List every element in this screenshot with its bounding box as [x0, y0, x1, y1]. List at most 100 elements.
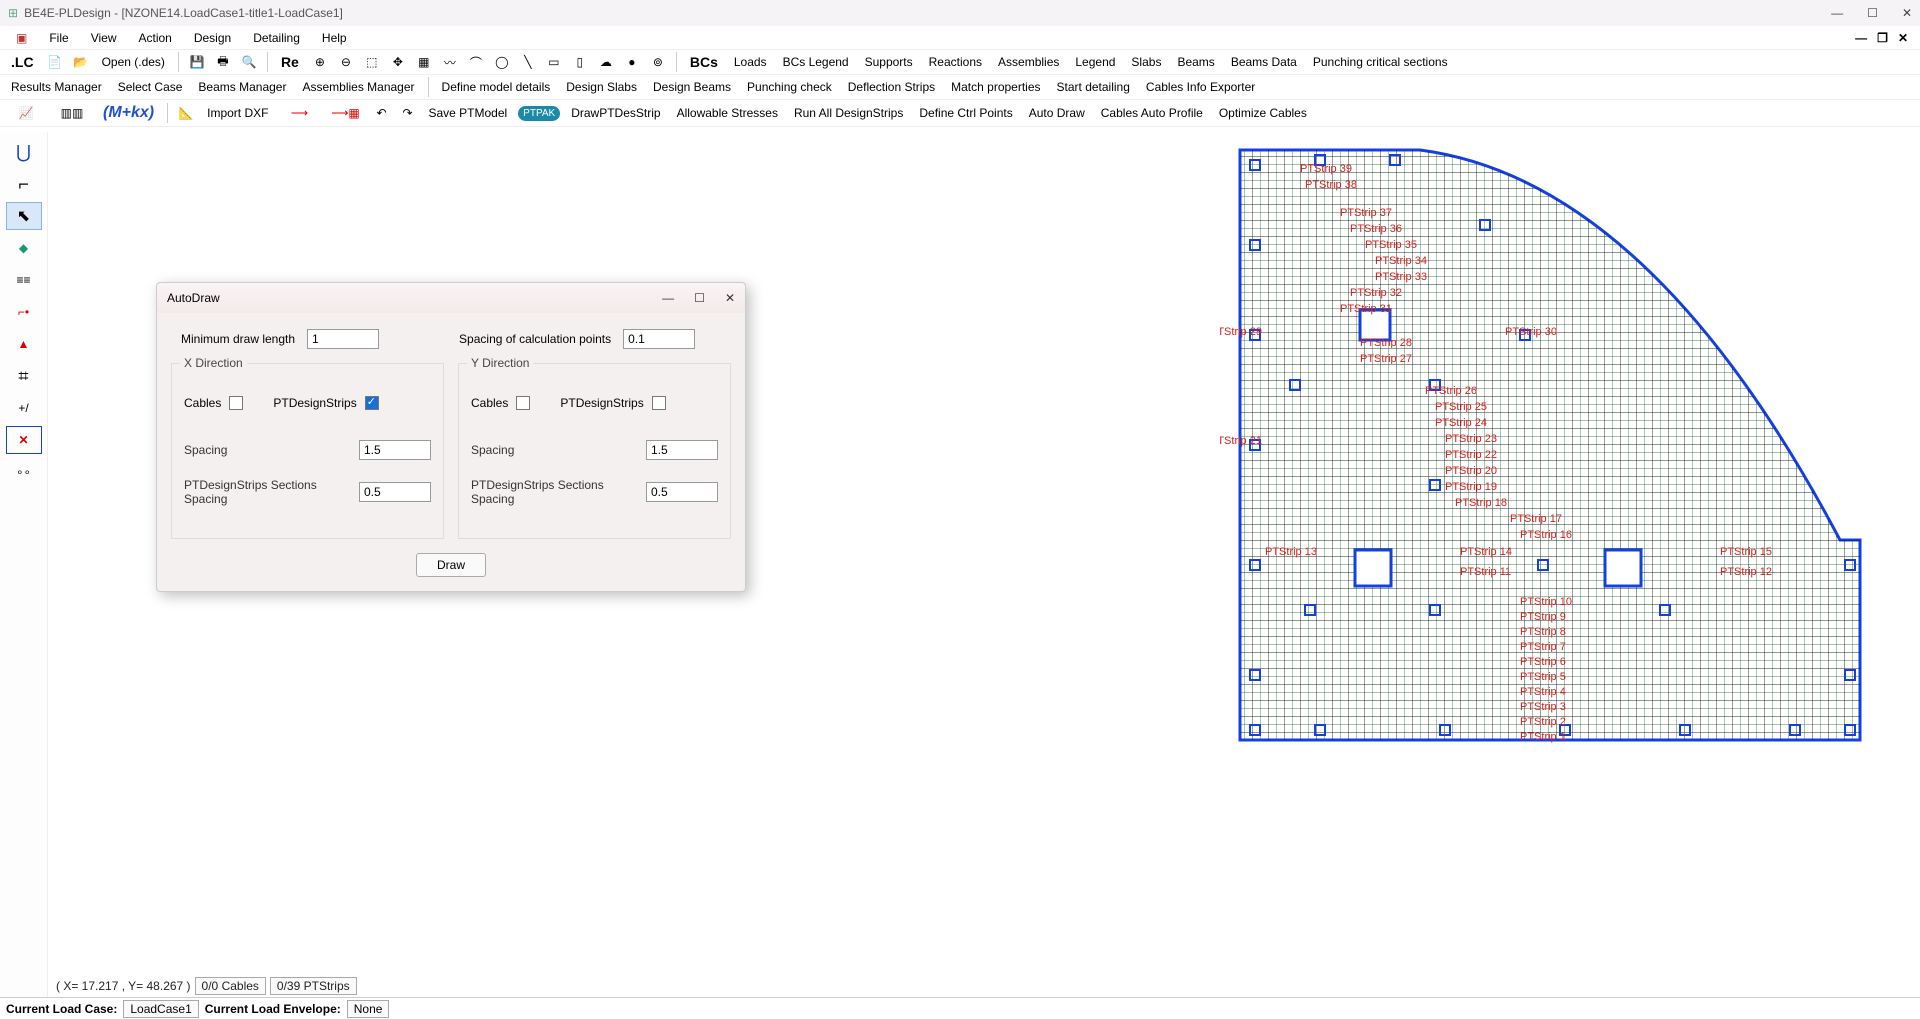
- circle-icon[interactable]: ◯: [492, 52, 512, 72]
- new-file-icon[interactable]: 📄: [45, 52, 65, 72]
- bcs-legend-button[interactable]: BCs Legend: [778, 53, 854, 71]
- barcode-icon[interactable]: ▥▥: [52, 103, 92, 123]
- lc-button[interactable]: .LC: [6, 52, 39, 72]
- spacing-calc-points-input[interactable]: [623, 329, 695, 349]
- red-arrow-icon[interactable]: ⟶: [279, 103, 319, 123]
- run-all-designstrips-button[interactable]: Run All DesignStrips: [789, 104, 908, 122]
- chart-icon[interactable]: 📈: [6, 103, 46, 123]
- dialog-titlebar[interactable]: AutoDraw — ☐ ✕: [157, 283, 745, 313]
- zoom-in-icon[interactable]: ⊕: [310, 52, 330, 72]
- redo-icon[interactable]: ↷: [397, 103, 417, 123]
- target-icon[interactable]: ⊚: [648, 52, 668, 72]
- optimize-cables-button[interactable]: Optimize Cables: [1214, 104, 1312, 122]
- mkx-button[interactable]: (M+kx): [98, 102, 159, 124]
- open-des-button[interactable]: Open (.des): [97, 53, 170, 71]
- supports-button[interactable]: Supports: [860, 53, 918, 71]
- y-sections-spacing-input[interactable]: [646, 482, 718, 502]
- mdi-restore-button[interactable]: ❐: [1877, 31, 1888, 45]
- tool-triangle-icon[interactable]: ▲: [6, 330, 42, 358]
- bold-circle-icon[interactable]: ●: [622, 52, 642, 72]
- beams-manager-button[interactable]: Beams Manager: [193, 78, 291, 96]
- rect-b-icon[interactable]: ▯: [570, 52, 590, 72]
- x-sections-spacing-input[interactable]: [359, 482, 431, 502]
- y-spacing-input[interactable]: [646, 440, 718, 460]
- menu-detailing[interactable]: Detailing: [243, 28, 310, 48]
- beams-button[interactable]: Beams: [1172, 53, 1219, 71]
- mdi-close-button[interactable]: ✕: [1898, 31, 1908, 45]
- reactions-button[interactable]: Reactions: [924, 53, 987, 71]
- x-spacing-input[interactable]: [359, 440, 431, 460]
- tool-select-icon[interactable]: ⬉: [6, 202, 42, 230]
- menu-design[interactable]: Design: [184, 28, 241, 48]
- re-button[interactable]: Re: [276, 52, 304, 72]
- beams-data-button[interactable]: Beams Data: [1226, 53, 1302, 71]
- tool-rect-x-icon[interactable]: ✕: [6, 426, 42, 454]
- cables-info-exporter-button[interactable]: Cables Info Exporter: [1141, 78, 1260, 96]
- assemblies-manager-button[interactable]: Assemblies Manager: [297, 78, 419, 96]
- window-close-button[interactable]: ✕: [1902, 6, 1912, 20]
- results-manager-button[interactable]: Results Manager: [6, 78, 107, 96]
- print-icon[interactable]: 🖶: [213, 52, 233, 72]
- pan-icon[interactable]: ✥: [388, 52, 408, 72]
- zoom-out-icon[interactable]: ⊖: [336, 52, 356, 72]
- save-ptmodel-button[interactable]: Save PTModel: [423, 104, 512, 122]
- tool-stirrup-icon[interactable]: ⋃: [6, 138, 42, 166]
- open-folder-icon[interactable]: 📂: [71, 52, 91, 72]
- x-cables-checkbox[interactable]: [229, 396, 243, 410]
- blob-icon[interactable]: ☁: [596, 52, 616, 72]
- drawing-canvas[interactable]: PTStrip 1 PTStrip 2 PTStrip 3 PTStrip 4 …: [48, 132, 1920, 975]
- grid-icon[interactable]: ▦: [414, 52, 434, 72]
- tool-lines-icon[interactable]: ≡≡: [6, 266, 42, 294]
- window-minimize-button[interactable]: —: [1831, 6, 1843, 20]
- punching-sections-button[interactable]: Punching critical sections: [1308, 53, 1453, 71]
- window-maximize-button[interactable]: ☐: [1867, 6, 1878, 20]
- auto-draw-button[interactable]: Auto Draw: [1024, 104, 1090, 122]
- tool-corner-icon[interactable]: ⌐: [6, 170, 42, 198]
- draw-button[interactable]: Draw: [416, 553, 486, 577]
- tool-angle-icon[interactable]: ⌐•: [6, 298, 42, 326]
- line-icon[interactable]: ╲: [518, 52, 538, 72]
- ptpak-button[interactable]: PTPAK: [518, 106, 560, 121]
- menu-action[interactable]: Action: [128, 28, 181, 48]
- design-beams-button[interactable]: Design Beams: [648, 78, 736, 96]
- tool-dots-icon[interactable]: ∘∘: [6, 458, 42, 486]
- dialog-minimize-button[interactable]: —: [662, 291, 674, 305]
- design-slabs-button[interactable]: Design Slabs: [561, 78, 642, 96]
- wave-icon[interactable]: 〰: [440, 52, 460, 72]
- select-case-button[interactable]: Select Case: [113, 78, 188, 96]
- min-draw-length-input[interactable]: [307, 329, 379, 349]
- dxf-icon[interactable]: 📐: [176, 103, 196, 123]
- match-properties-button[interactable]: Match properties: [946, 78, 1045, 96]
- deflection-strips-button[interactable]: Deflection Strips: [843, 78, 940, 96]
- mdi-minimize-button[interactable]: —: [1855, 31, 1867, 45]
- draw-ptdesstrip-button[interactable]: DrawPTDesStrip: [566, 104, 665, 122]
- slabs-button[interactable]: Slabs: [1126, 53, 1166, 71]
- menu-view[interactable]: View: [81, 28, 127, 48]
- dialog-close-button[interactable]: ✕: [725, 291, 735, 305]
- y-ptdesignstrips-checkbox[interactable]: [652, 396, 666, 410]
- loads-button[interactable]: Loads: [729, 53, 772, 71]
- zoom-icon[interactable]: 🔍: [239, 52, 259, 72]
- import-dxf-button[interactable]: Import DXF: [202, 104, 273, 122]
- dialog-maximize-button[interactable]: ☐: [694, 291, 705, 305]
- undo-icon[interactable]: ↶: [371, 103, 391, 123]
- tool-plane-icon[interactable]: ◆: [6, 234, 42, 262]
- legend-button[interactable]: Legend: [1070, 53, 1120, 71]
- menu-help[interactable]: Help: [312, 28, 357, 48]
- define-model-details-button[interactable]: Define model details: [437, 78, 556, 96]
- zoom-window-icon[interactable]: ⬚: [362, 52, 382, 72]
- x-ptdesignstrips-checkbox[interactable]: [365, 396, 379, 410]
- allowable-stresses-button[interactable]: Allowable Stresses: [672, 104, 783, 122]
- tool-plus-slash-icon[interactable]: +/: [6, 394, 42, 422]
- define-ctrl-points-button[interactable]: Define Ctrl Points: [914, 104, 1017, 122]
- tool-hash-icon[interactable]: ⌗: [6, 362, 42, 390]
- start-detailing-button[interactable]: Start detailing: [1052, 78, 1135, 96]
- assemblies-button[interactable]: Assemblies: [993, 53, 1064, 71]
- rect-a-icon[interactable]: ▭: [544, 52, 564, 72]
- y-cables-checkbox[interactable]: [516, 396, 530, 410]
- curve-icon[interactable]: ⌒: [466, 52, 486, 72]
- cables-auto-profile-button[interactable]: Cables Auto Profile: [1096, 104, 1208, 122]
- red-arrow-grid-icon[interactable]: ⟶▦: [325, 103, 365, 123]
- bcs-button[interactable]: BCs: [685, 52, 723, 72]
- save-icon[interactable]: 💾: [187, 52, 207, 72]
